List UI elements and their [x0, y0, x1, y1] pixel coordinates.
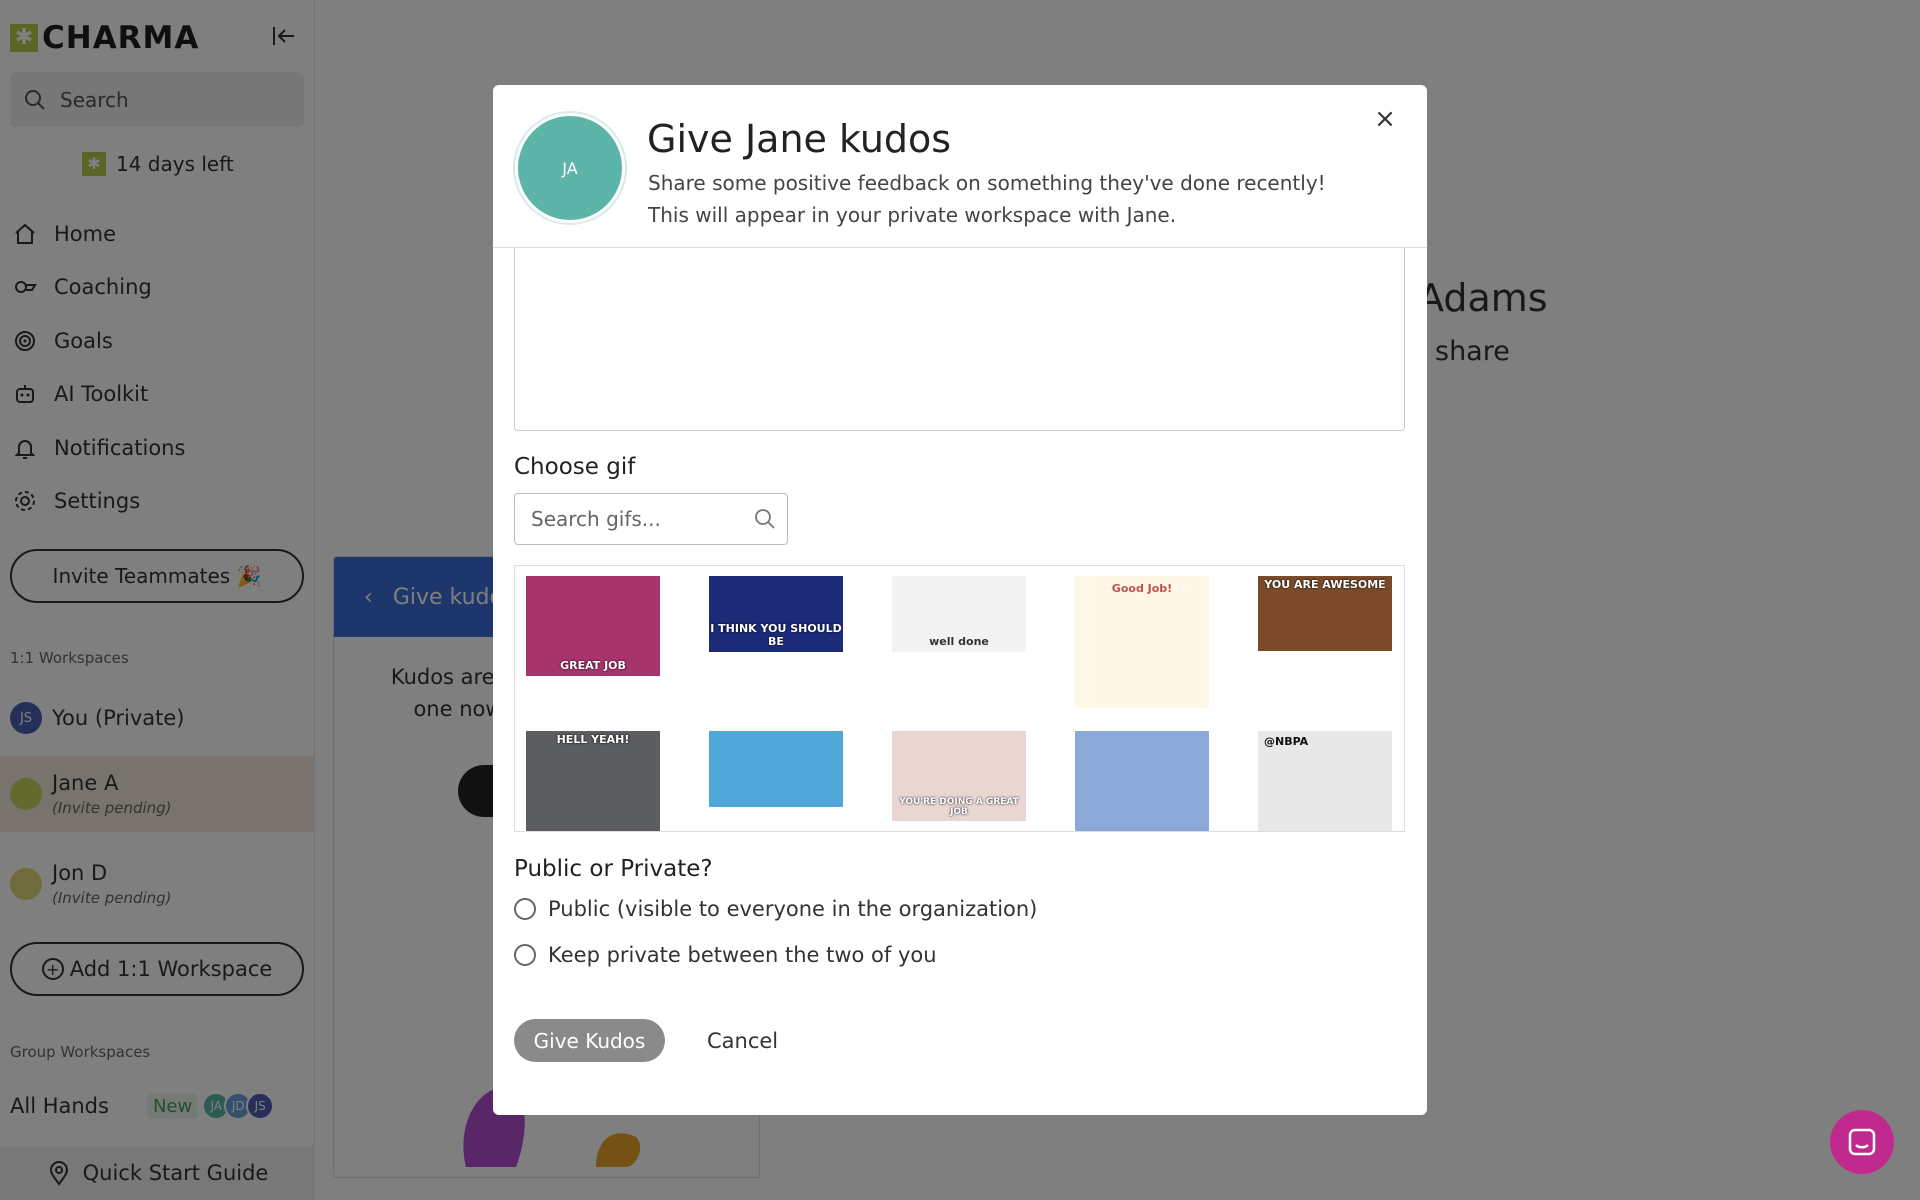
choose-gif-label: Choose gif [514, 454, 636, 480]
privacy-title: Public or Private? [514, 856, 713, 882]
close-icon[interactable]: × [1373, 106, 1397, 132]
gif-i-think-you-should-be[interactable]: I THINK YOU SHOULD BE [709, 576, 843, 652]
give-kudos-modal: JA Give Jane kudos Share some positive f… [493, 85, 1427, 1115]
option-label: Public (visible to everyone in the organ… [548, 897, 1038, 921]
gif-spongebob[interactable] [709, 731, 843, 807]
private-option[interactable]: Keep private between the two of you [514, 943, 937, 967]
modal-title: Give Jane kudos [647, 117, 952, 161]
kudos-message-textarea[interactable] [514, 248, 1405, 431]
cancel-button[interactable]: Cancel [707, 1019, 778, 1062]
gif-great-job[interactable]: GREAT JOB [526, 576, 660, 676]
gif-cartoon-cat[interactable] [1075, 731, 1209, 831]
gif-search-input[interactable]: Search gifs... [514, 493, 788, 545]
gif-nbpa[interactable]: @NBPA [1258, 731, 1392, 831]
gif-caption: well done [929, 635, 989, 648]
gif-caption: I THINK YOU SHOULD BE [710, 622, 842, 648]
chat-icon [1848, 1128, 1876, 1156]
gif-caption: @NBPA [1264, 735, 1309, 748]
gif-doing-a-great-job[interactable]: YOU'RE DOING A GREAT JOB [892, 731, 1026, 821]
search-icon [755, 509, 775, 529]
modal-header: JA Give Jane kudos Share some positive f… [493, 85, 1427, 248]
radio-button[interactable] [514, 898, 536, 920]
gif-caption: GREAT JOB [560, 659, 626, 672]
recipient-avatar: JA [515, 113, 625, 223]
radio-button[interactable] [514, 944, 536, 966]
gif-good-job[interactable]: Good Job! [1075, 576, 1209, 708]
gif-caption: YOU'RE DOING A GREAT JOB [899, 797, 1019, 817]
modal-subtitle: Share some positive feedback on somethin… [648, 171, 1326, 227]
public-option[interactable]: Public (visible to everyone in the organ… [514, 897, 1037, 921]
gif-grid: GREAT JOB I THINK YOU SHOULD BE well don… [514, 565, 1405, 832]
gif-caption: Good Job! [1111, 582, 1173, 595]
give-kudos-button[interactable]: Give Kudos [514, 1019, 665, 1062]
gif-caption: HELL YEAH! [556, 733, 630, 746]
gif-caption: YOU ARE AWESOME [1264, 578, 1386, 591]
gif-hell-yeah[interactable]: HELL YEAH! [526, 731, 660, 831]
gif-well-done[interactable]: well done [892, 576, 1026, 652]
gif-you-are-awesome[interactable]: YOU ARE AWESOME [1258, 576, 1392, 651]
option-label: Keep private between the two of you [548, 943, 937, 967]
gif-search-placeholder: Search gifs... [531, 507, 661, 531]
chat-launcher-button[interactable] [1830, 1110, 1894, 1174]
